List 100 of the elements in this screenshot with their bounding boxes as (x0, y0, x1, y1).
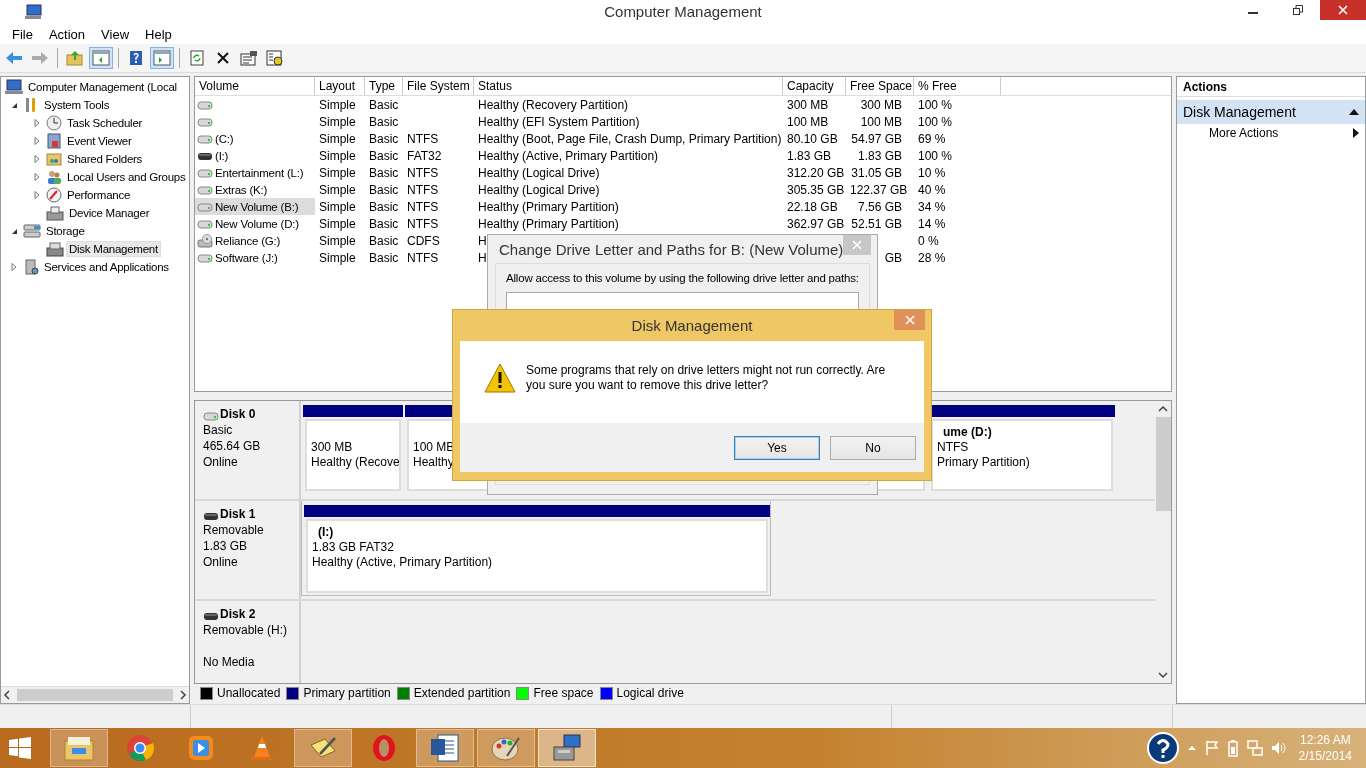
palette-icon (491, 734, 521, 762)
drive-name[interactable]: (C:) (215, 132, 234, 145)
file-system-cell: NTFS (407, 131, 439, 146)
drive-name[interactable]: (I:) (215, 149, 229, 162)
dialog-button[interactable]: No (830, 435, 916, 460)
speaker-icon[interactable] (1270, 740, 1287, 756)
drive-name[interactable]: Extras (K:) (215, 183, 268, 196)
tree-item[interactable]: Task Scheduler (64, 115, 146, 131)
flag-icon[interactable] (1204, 740, 1219, 756)
users-icon (46, 169, 62, 185)
type-cell: Basic (369, 233, 399, 248)
column-header[interactable]: Status (474, 77, 783, 95)
layout-cell: Simple (319, 131, 356, 146)
network-icon[interactable] (1246, 740, 1263, 756)
status-cell: Healthy (Primary Partition) (478, 216, 619, 231)
taskbar-app[interactable] (538, 729, 596, 767)
dialog-button[interactable]: Yes (734, 435, 820, 460)
menu-item[interactable]: Action (40, 25, 94, 43)
action-link[interactable]: More Actions (1177, 124, 1365, 140)
legend-label: Primary partition (303, 686, 391, 700)
tree-item[interactable]: Services and Applications (41, 259, 172, 275)
partition-status: Primary Partition) (937, 455, 1030, 469)
scroll-up-icon[interactable] (1158, 404, 1168, 414)
taskbar-app[interactable] (294, 729, 352, 767)
horizontal-scrollbar[interactable] (1, 686, 189, 703)
menu-item[interactable]: Help (137, 25, 180, 43)
close-button[interactable] (894, 310, 925, 330)
close-icon (904, 315, 915, 325)
collapsed-arrow-icon[interactable] (32, 136, 42, 146)
scroll-right-icon[interactable] (177, 689, 189, 701)
layout-cell: Simple (319, 216, 356, 231)
file-system-cell: NTFS (407, 165, 439, 180)
drive-icon (197, 116, 213, 127)
dialog-title: Change Drive Letter and Paths for B: (New Volume) (499, 240, 844, 258)
column-header[interactable]: Capacity (783, 77, 846, 95)
scroll-down-icon[interactable] (1158, 670, 1168, 680)
drive-icon (197, 167, 213, 178)
partition-block[interactable]: ume (D:) NTFS Primary Partition) (931, 419, 1113, 491)
actions-header: Actions (1177, 77, 1365, 97)
menu-item[interactable]: View (93, 25, 138, 43)
collapsed-arrow-icon[interactable] (9, 262, 19, 272)
help-icon (1146, 732, 1179, 764)
tree-item[interactable]: Local Users and Groups (64, 169, 189, 185)
column-header[interactable]: File System (403, 77, 474, 95)
collapsed-arrow-icon[interactable] (32, 172, 42, 182)
taskbar-app[interactable] (50, 729, 108, 767)
collapsed-arrow-icon[interactable] (32, 154, 42, 164)
status-cell: Healthy (Primary Partition) (478, 199, 619, 214)
status-cell: Healthy (Recovery Partition) (478, 97, 629, 112)
column-header[interactable]: Free Space (846, 77, 914, 95)
event-log-icon (46, 133, 62, 149)
disk-type: Basic (203, 423, 233, 437)
capacity-cell: 305.35 GB (787, 182, 845, 197)
warning-icon (484, 363, 516, 393)
tree-item[interactable]: Device Manager (66, 205, 153, 221)
drive-name[interactable]: Software (J:) (215, 251, 278, 264)
column-header[interactable]: Layout (315, 77, 365, 95)
taskbar-app[interactable] (477, 729, 535, 767)
tree-item[interactable]: Shared Folders (64, 151, 146, 167)
legend-label: Extended partition (413, 686, 511, 700)
drive-name[interactable]: New Volume (D:) (215, 217, 299, 230)
tree-item[interactable]: Computer Management (Local (25, 79, 180, 95)
partition-block[interactable]: 300 MB Healthy (Recove (305, 419, 401, 491)
ring-icon (371, 734, 397, 762)
traffic-cone-icon (250, 735, 274, 761)
close-icon (1338, 5, 1348, 15)
partition-status: Healthy (Active, Primary Partition) (312, 555, 493, 569)
scroll-left-icon[interactable] (1, 689, 13, 701)
removable-drive-icon (203, 511, 219, 521)
tree-item[interactable]: Performance (64, 187, 134, 203)
drive-name[interactable]: Reliance (G:) (215, 234, 281, 247)
collapse-caret-icon[interactable] (1349, 108, 1359, 116)
folder-icon (64, 735, 94, 761)
column-header[interactable]: % Free (914, 77, 1001, 95)
drive-icon (197, 99, 213, 110)
tree-item[interactable]: Disk Management (66, 241, 161, 257)
disk-status: Online (203, 555, 238, 569)
column-header[interactable]: Volume (195, 77, 315, 95)
drive-name[interactable]: Entertainment (L:) (215, 166, 304, 179)
type-cell: Basic (369, 114, 399, 129)
close-button[interactable] (843, 235, 871, 255)
partition-block[interactable]: (I:) 1.83 GB FAT32 Healthy (Active, Primary Partition) (306, 519, 768, 593)
taskbar-app[interactable] (416, 729, 474, 767)
column-header[interactable]: Type (365, 77, 403, 95)
collapsed-arrow-icon[interactable] (32, 190, 42, 200)
drive-icon (203, 411, 219, 421)
tree-item[interactable]: Event Viewer (64, 133, 135, 149)
free-space-cell: 54.97 GB (851, 131, 902, 146)
tree-item[interactable]: Storage (43, 223, 88, 239)
menu-item[interactable]: File (4, 25, 41, 43)
collapsed-arrow-icon[interactable] (32, 118, 42, 128)
file-system-cell: NTFS (407, 199, 439, 214)
help-button[interactable] (1146, 732, 1179, 764)
percent-free-cell: 0 % (918, 233, 939, 248)
tray-caret-button[interactable] (1186, 744, 1197, 752)
actions-section[interactable]: Disk Management (1177, 100, 1365, 124)
battery-icon[interactable] (1226, 739, 1239, 757)
file-system-cell: CDFS (407, 233, 440, 248)
tree-item[interactable]: System Tools (41, 97, 113, 113)
free-space-cell: 1.83 GB (857, 148, 902, 163)
